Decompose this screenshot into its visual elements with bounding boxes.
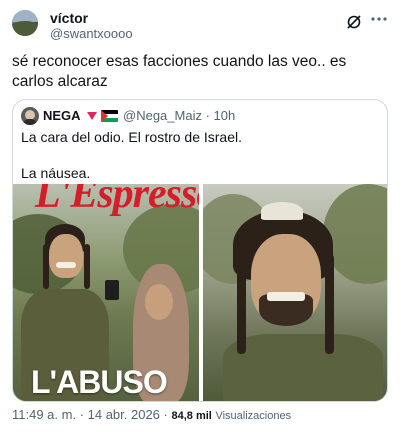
tweet-header: víctor @swantxoooo [12,8,388,44]
quoted-display-name[interactable]: NEGA [43,107,81,125]
magazine-title: L'Espresso [35,184,199,217]
author-names: víctor @swantxoooo [50,10,133,42]
avatar[interactable] [12,10,38,36]
grok-icon[interactable] [346,14,362,30]
magazine-cover-image[interactable]: L'Espresso L'ABUSO [13,184,199,401]
more-icon[interactable] [370,12,388,26]
views-count: 84,8 mil [171,410,212,422]
quoted-text-line1: La cara del odio. El rostro de Israel. [21,129,243,145]
tweet[interactable]: víctor @swantxoooo sé reconocer esas fac… [0,0,400,434]
author-handle[interactable]: @swantxoooo [50,26,133,42]
quoted-tweet-header: NEGA @Nega_Maiz · 10h [21,107,381,125]
author-display-name[interactable]: víctor [50,10,133,26]
timestamp[interactable]: 11:49 a. m. · 14 abr. 2026 · [12,407,168,422]
palestine-flag-icon [101,110,118,122]
soldier-closeup-image[interactable] [203,184,387,401]
quoted-text: La cara del odio. El rostro de Israel. L… [21,128,377,182]
red-triangle-icon [87,112,97,120]
quoted-tweet[interactable]: NEGA @Nega_Maiz · 10h La cara del odio. … [12,99,388,402]
tweet-footer: 11:49 a. m. · 14 abr. 2026 · 84,8 mil Vi… [12,406,388,424]
quoted-media[interactable]: L'Espresso L'ABUSO [13,184,387,401]
magazine-caption: L'ABUSO [31,364,168,400]
quoted-avatar[interactable] [21,107,39,125]
quoted-handle-time[interactable]: @Nega_Maiz · 10h [123,107,235,125]
views-label: Visualizaciones [215,410,292,422]
quoted-text-line2: La náusea. [21,165,91,181]
tweet-text: sé reconocer esas facciones cuando las v… [12,53,347,90]
